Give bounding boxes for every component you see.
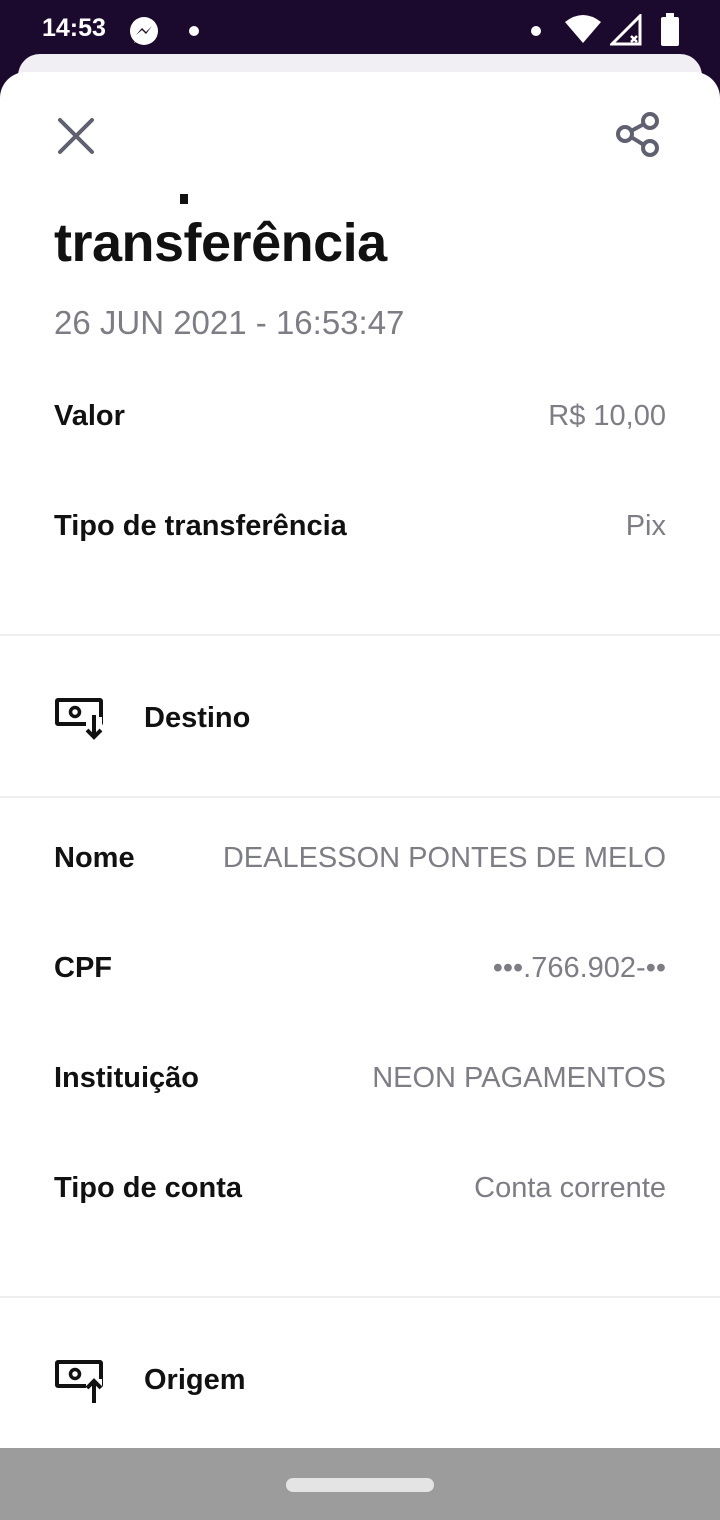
row-tipo-transferencia: Tipo de transferência Pix xyxy=(54,506,666,546)
row-value: NEON PAGAMENTOS xyxy=(372,1061,666,1094)
row-value: Pix xyxy=(625,509,666,542)
row-value: R$ 10,00 xyxy=(548,399,666,432)
close-button[interactable] xyxy=(52,112,100,160)
row-valor: Valor R$ 10,00 xyxy=(54,396,666,436)
divider xyxy=(0,634,720,636)
home-gesture-handle[interactable] xyxy=(286,1478,434,1492)
divider xyxy=(0,796,720,798)
row-tipo-conta: Tipo de conta Conta corrente xyxy=(54,1168,666,1208)
row-label: Nome xyxy=(54,841,135,874)
row-label: CPF xyxy=(54,951,112,984)
row-instituicao: Instituição NEON PAGAMENTOS xyxy=(54,1058,666,1098)
row-value: •••.766.902-•• xyxy=(492,951,666,984)
navigation-bar xyxy=(0,1448,720,1520)
close-icon xyxy=(58,118,94,154)
section-label-origem: Origem xyxy=(144,1363,246,1396)
status-time: 14:53 xyxy=(42,14,106,42)
section-origem: Origem xyxy=(54,1352,666,1408)
row-label: Valor xyxy=(54,399,125,432)
row-cpf: CPF •••.766.902-•• xyxy=(54,948,666,988)
section-destino: Destino xyxy=(54,690,666,746)
share-button[interactable] xyxy=(612,110,664,162)
money-out-icon xyxy=(55,1360,103,1403)
row-label: Instituição xyxy=(54,1061,200,1094)
transaction-datetime: 26 JUN 2021 - 16:53:47 xyxy=(54,304,405,341)
status-bar: 14:53 xyxy=(0,0,720,62)
row-label: Tipo de conta xyxy=(54,1171,242,1204)
notification-dot-icon xyxy=(188,24,200,42)
row-nome: Nome DEALESSON PONTES DE MELO xyxy=(54,838,666,878)
receipt-sheet: transferência 26 JUN 2021 - 16:53:47 Val… xyxy=(0,72,720,1448)
title-scroll-fragment xyxy=(180,194,188,204)
row-value: Conta corrente xyxy=(474,1171,666,1204)
cell-signal-icon xyxy=(608,12,644,51)
messenger-icon xyxy=(128,16,160,53)
share-icon xyxy=(616,112,659,157)
wifi-icon xyxy=(564,14,602,49)
divider xyxy=(0,1296,720,1298)
page-title: transferência xyxy=(54,213,387,273)
dot-icon xyxy=(530,24,542,42)
section-label-destino: Destino xyxy=(144,701,251,734)
battery-icon xyxy=(660,13,680,52)
money-in-icon xyxy=(55,698,103,740)
row-label: Tipo de transferência xyxy=(54,509,347,542)
row-value: DEALESSON PONTES DE MELO xyxy=(222,841,666,874)
